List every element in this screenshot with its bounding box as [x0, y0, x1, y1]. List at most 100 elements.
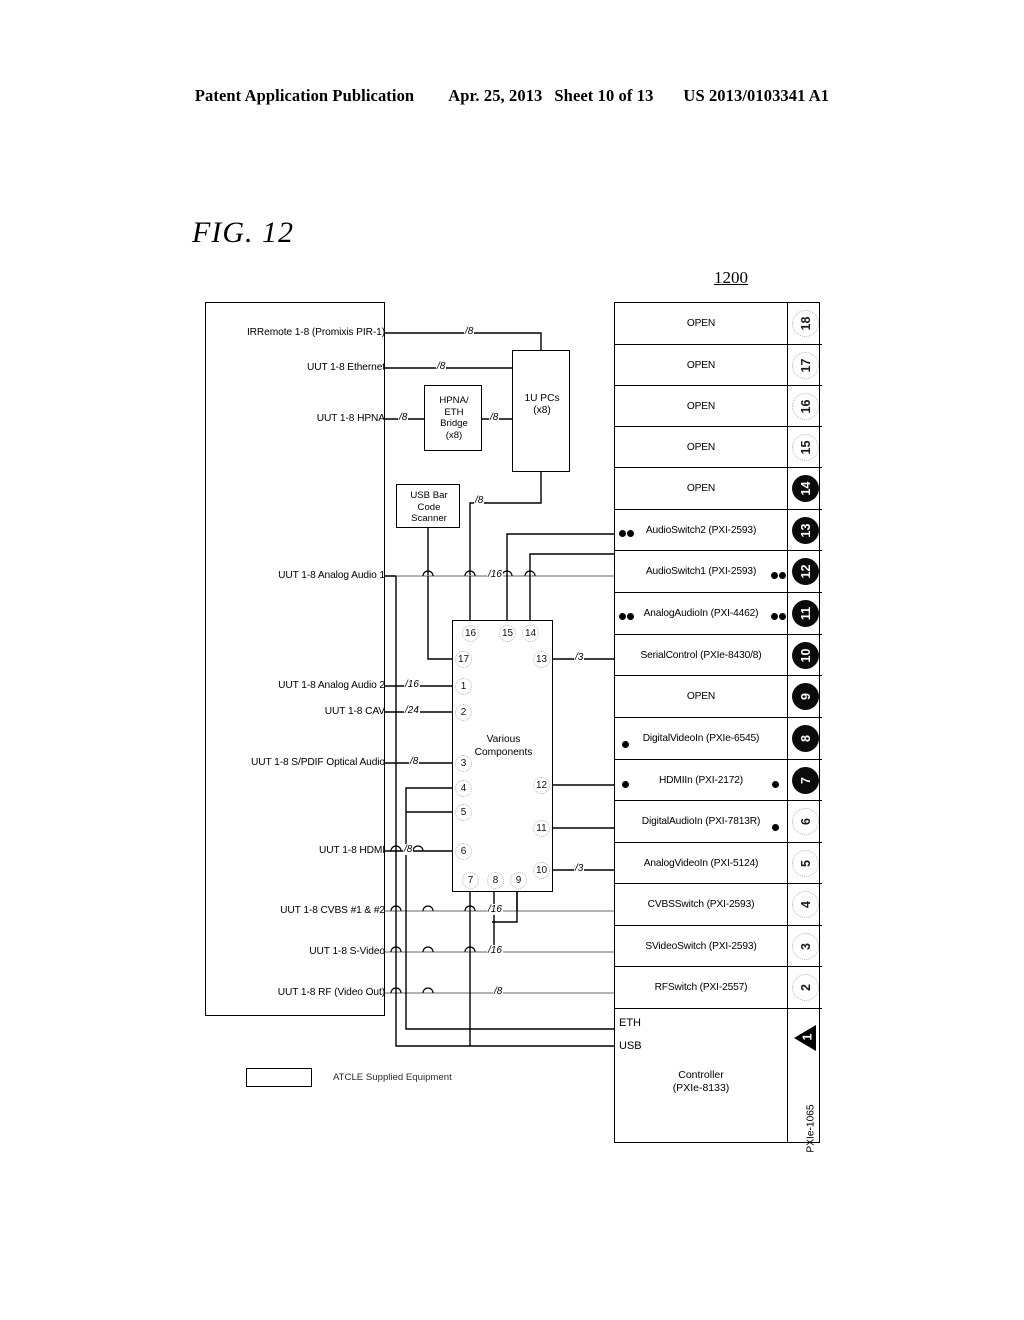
bus-width-analog-audio2: /16 — [404, 679, 420, 690]
uut-label-rf: UUT 1-8 RF (Video Out) — [277, 987, 385, 998]
bus-width-hpna: /8 — [398, 412, 409, 423]
uut-label-irremote: IRRemote 1-8 (Promixis PIR-1) — [246, 327, 385, 338]
slot-row-5[interactable]: AnalogVideoIn (PXI-5124) — [615, 843, 787, 884]
slot-row-9[interactable]: OPEN — [615, 676, 787, 718]
slot-row-18[interactable]: OPEN — [615, 303, 787, 345]
cable-dot-audioswitch1-b — [779, 572, 786, 579]
vc-port-13: 13 — [533, 651, 550, 668]
slot-row-2[interactable]: RFSwitch (PXI-2557) — [615, 967, 787, 1009]
bus-width-cav: /24 — [404, 705, 420, 716]
vc-port-9: 9 — [510, 872, 527, 889]
slot-row-17[interactable]: OPEN — [615, 345, 787, 386]
slot-row-6[interactable]: DigitalAudioIn (PXI-7813R) — [615, 801, 787, 843]
vc-port-17: 17 — [455, 651, 472, 668]
vc-port-14: 14 — [522, 625, 539, 642]
legend: ATCLE Supplied Equipment — [246, 1068, 452, 1087]
controller-slot-badge: 1 — [794, 1025, 816, 1051]
slot-number-8: 8 — [788, 718, 822, 760]
slot-number-2: 2 — [788, 967, 822, 1009]
slot-number-13: 13 — [788, 510, 822, 551]
slot-row-12[interactable]: AudioSwitch1 (PXI-2593) — [615, 551, 787, 593]
slot-badge-18: 18 — [791, 310, 819, 337]
slot-row-15[interactable]: OPEN — [615, 427, 787, 468]
cable-dot-analogaudioin-b — [627, 613, 634, 620]
slot-badge-5: 5 — [791, 849, 819, 877]
vc-port-16: 16 — [462, 625, 479, 642]
slot-badge-10: 10 — [791, 641, 819, 669]
slot-badge-9: 9 — [791, 683, 819, 710]
bus-width-rf: /8 — [493, 986, 504, 997]
slot-badge-16: 16 — [791, 392, 819, 420]
slot-number-4: 4 — [788, 884, 822, 926]
uut-label-hdmi: UUT 1-8 HDMI — [319, 845, 385, 856]
bus-width-bridge-out: /8 — [489, 412, 500, 423]
slot-row-11[interactable]: AnalogAudioIn (PXI-4462) — [615, 593, 787, 635]
slot-number-11: 11 — [788, 593, 822, 635]
bus-width-svideo: /16 — [487, 945, 503, 956]
usb-barcode-scanner-block: USB Bar Code Scanner — [396, 484, 460, 528]
slot-row-4[interactable]: CVBSSwitch (PXI-2593) — [615, 884, 787, 926]
slot-badge-15: 15 — [791, 433, 819, 461]
figure-drawing: IRRemote 1-8 (Promixis PIR-1) UUT 1-8 Et… — [0, 0, 1024, 1320]
cable-dot-hdmiin-left — [622, 781, 629, 788]
rack-pcs-label: 1U PCs (x8) — [524, 393, 560, 416]
cable-dot-audioswitch2-a — [619, 530, 626, 537]
cable-dot-audioswitch1-a — [771, 572, 778, 579]
rack-pcs-block: 1U PCs (x8) — [512, 350, 570, 472]
slot-badge-6: 6 — [791, 808, 819, 835]
bus-width-ethernet: /8 — [436, 361, 447, 372]
slot-number-17: 17 — [788, 345, 822, 386]
bus-width-cvbs: /16 — [487, 904, 503, 915]
slot-badge-17: 17 — [791, 351, 819, 379]
usb-barcode-scanner-label: USB Bar Code Scanner — [410, 490, 448, 524]
uut-label-analog-audio2: UUT 1-8 Analog Audio 2 — [278, 680, 385, 691]
controller-slot-number: 1 — [800, 1033, 815, 1041]
controller-slot[interactable]: ETH USB Controller (PXIe-8133) — [615, 1009, 787, 1142]
vc-port-1: 1 — [455, 678, 472, 695]
vc-port-15: 15 — [499, 625, 516, 642]
slot-number-12: 12 — [788, 551, 822, 593]
controller-port-usb: USB — [619, 1040, 642, 1052]
slot-badge-8: 8 — [791, 725, 819, 752]
controller-label: Controller (PXIe-8133) — [672, 1069, 730, 1094]
slot-badge-2: 2 — [791, 974, 819, 1001]
slot-row-3[interactable]: SVideoSwitch (PXI-2593) — [615, 926, 787, 967]
vc-port-12: 12 — [533, 777, 550, 794]
legend-swatch — [246, 1068, 312, 1087]
vc-port-4: 4 — [455, 780, 472, 797]
cable-dot-digitalvideoin — [622, 741, 629, 748]
slot-number-10: 10 — [788, 635, 822, 676]
bus-width-analog-audio1: /16 — [487, 569, 503, 580]
uut-label-analog-audio1: UUT 1-8 Analog Audio 1 — [278, 570, 385, 581]
pxi-chassis: OPEN OPEN OPEN OPEN OPEN AudioSwitch2 (P… — [614, 302, 822, 1153]
uut-label-cav: UUT 1-8 CAV — [324, 706, 385, 717]
bus-width-spdif: /8 — [409, 756, 420, 767]
vc-port-10: 10 — [533, 862, 550, 879]
various-components-block: Various Components 16 15 14 17 1 2 3 4 5… — [452, 620, 553, 892]
uut-label-ethernet: UUT 1-8 Ethernet — [306, 362, 385, 373]
slot-row-8[interactable]: DigitalVideoIn (PXIe-6545) — [615, 718, 787, 760]
vc-port-3: 3 — [455, 755, 472, 772]
vc-port-7: 7 — [462, 872, 479, 889]
slot-number-18: 18 — [788, 303, 822, 345]
slot-number-3: 3 — [788, 926, 822, 967]
uut-label-spdif: UUT 1-8 S/PDIF Optical Audio — [250, 757, 385, 768]
legend-text: ATCLE Supplied Equipment — [333, 1072, 452, 1083]
chassis-model-label: PXIe-1065 — [805, 1104, 817, 1153]
slot-row-7[interactable]: HDMIIn (PXI-2172) — [615, 760, 787, 801]
bus-width-port10: /3 — [574, 863, 585, 874]
slot-row-13[interactable]: AudioSwitch2 (PXI-2593) — [615, 510, 787, 551]
vc-port-5: 5 — [455, 804, 472, 821]
slot-row-14[interactable]: OPEN — [615, 468, 787, 510]
slot-number-16: 16 — [788, 386, 822, 427]
slot-row-10[interactable]: SerialControl (PXIe-8430/8) — [615, 635, 787, 676]
uut-label-hpna: UUT 1-8 HPNA — [316, 413, 385, 424]
chassis-slot-column: OPEN OPEN OPEN OPEN OPEN AudioSwitch2 (P… — [615, 303, 787, 1142]
uut-label-svideo: UUT 1-8 S-Video — [309, 946, 385, 957]
cable-dot-analogaudioin-d — [779, 613, 786, 620]
slot-number-14: 14 — [788, 468, 822, 510]
slot-row-16[interactable]: OPEN — [615, 386, 787, 427]
slot-badge-7: 7 — [791, 766, 819, 794]
bus-width-irremote: /8 — [464, 326, 475, 337]
slot-number-6: 6 — [788, 801, 822, 843]
